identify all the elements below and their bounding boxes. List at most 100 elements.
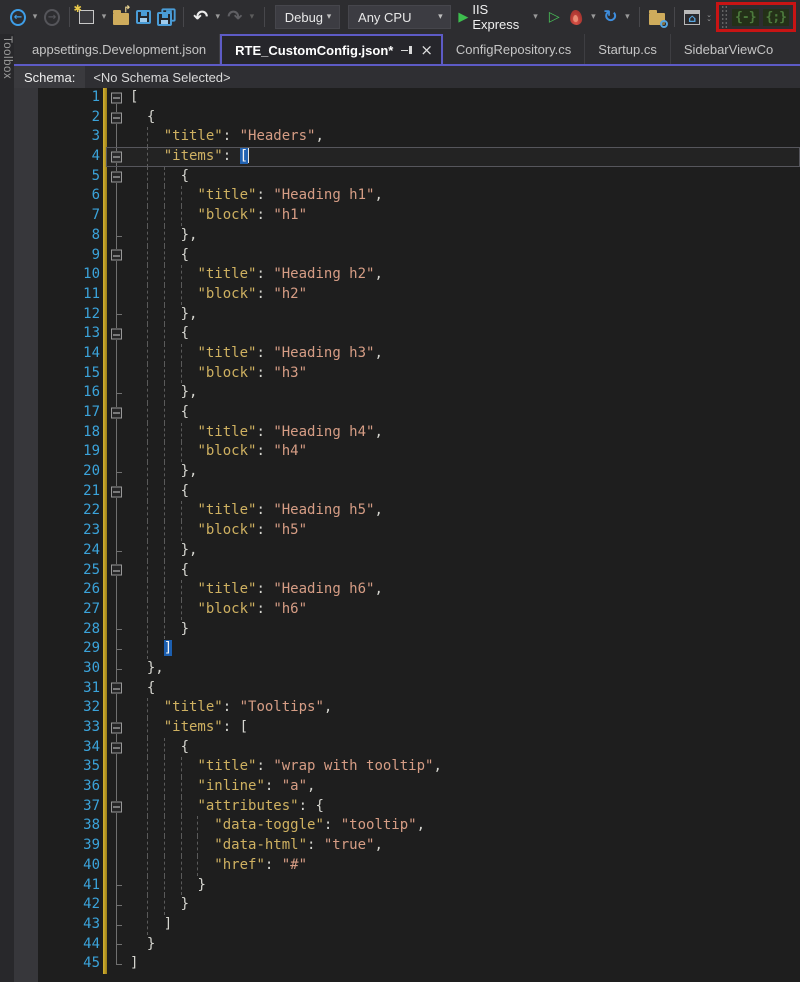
code-line[interactable]: 35 "title": "wrap with tooltip", xyxy=(38,757,800,777)
code-line[interactable]: 31 { xyxy=(38,679,800,699)
code-line[interactable]: 8 }, xyxy=(38,226,800,246)
json-braces-button-2[interactable]: {;} xyxy=(763,9,789,26)
code-line[interactable]: 26 "title": "Heading h6", xyxy=(38,580,800,600)
code-line[interactable]: 45] xyxy=(38,954,800,974)
code-line[interactable]: 17 { xyxy=(38,403,800,423)
collapse-box-icon[interactable] xyxy=(111,407,122,418)
code-line[interactable]: 21 { xyxy=(38,482,800,502)
navigate-forward-button[interactable]: → xyxy=(42,4,62,30)
code-line[interactable]: 29 ] xyxy=(38,639,800,659)
collapse-box-icon[interactable] xyxy=(111,92,122,103)
code-line[interactable]: 13 { xyxy=(38,324,800,344)
code-line[interactable]: 28 } xyxy=(38,620,800,640)
code-line[interactable]: 11 "block": "h2" xyxy=(38,285,800,305)
new-item-dropdown[interactable]: ▾ xyxy=(99,12,109,22)
code-line[interactable]: 1[ xyxy=(38,88,800,108)
start-debugging-button[interactable]: ▶ IIS Express ▾ xyxy=(456,4,542,30)
toolbar-grip-icon[interactable] xyxy=(721,5,728,29)
fold-line xyxy=(116,206,117,226)
undo-dropdown[interactable]: ▾ xyxy=(213,12,223,22)
code-line[interactable]: 3 "title": "Headers", xyxy=(38,127,800,147)
collapse-box-icon[interactable] xyxy=(111,171,122,182)
code-line[interactable]: 7 "block": "h1" xyxy=(38,206,800,226)
hot-reload-dropdown[interactable]: ▾ xyxy=(588,12,598,22)
code-line[interactable]: 32 "title": "Tooltips", xyxy=(38,698,800,718)
code-line[interactable]: 37 "attributes": { xyxy=(38,797,800,817)
code-line[interactable]: 43 ] xyxy=(38,915,800,935)
fold-guide xyxy=(107,639,127,659)
code-line[interactable]: 33 "items": [ xyxy=(38,718,800,738)
code-line[interactable]: 34 { xyxy=(38,738,800,758)
pin-icon[interactable] xyxy=(401,45,412,55)
code-line[interactable]: 6 "title": "Heading h1", xyxy=(38,186,800,206)
navigate-back-dropdown[interactable]: ▾ xyxy=(30,12,40,22)
folder-search-icon xyxy=(649,13,665,25)
code-line[interactable]: 15 "block": "h3" xyxy=(38,364,800,384)
tab-configrepository-cs[interactable]: ConfigRepository.cs xyxy=(443,34,585,64)
code-line[interactable]: 25 { xyxy=(38,561,800,581)
code-line[interactable]: 19 "block": "h4" xyxy=(38,442,800,462)
code-line[interactable]: 36 "inline": "a", xyxy=(38,777,800,797)
collapse-box-icon[interactable] xyxy=(111,742,122,753)
line-number: 36 xyxy=(38,777,100,797)
redo-button[interactable]: ↷ xyxy=(225,4,245,30)
restart-dropdown[interactable]: ▾ xyxy=(622,12,632,22)
collapse-box-icon[interactable] xyxy=(111,486,122,497)
code-line[interactable]: 24 }, xyxy=(38,541,800,561)
code-line[interactable]: 5 { xyxy=(38,167,800,187)
solution-platform-combo[interactable]: Any CPU ▾ xyxy=(348,5,451,29)
code-line[interactable]: 12 }, xyxy=(38,305,800,325)
code-line[interactable]: 9 { xyxy=(38,246,800,266)
code-line[interactable]: 27 "block": "h6" xyxy=(38,600,800,620)
collapse-box-icon[interactable] xyxy=(111,250,122,261)
tab-sidebarviewcomponent[interactable]: SidebarViewCo xyxy=(671,34,786,64)
collapse-box-icon[interactable] xyxy=(111,112,122,123)
collapse-box-icon[interactable] xyxy=(111,329,122,340)
code-line[interactable]: 42 } xyxy=(38,895,800,915)
open-file-button[interactable] xyxy=(111,4,131,30)
code-line[interactable]: 40 "href": "#" xyxy=(38,856,800,876)
line-number: 14 xyxy=(38,344,100,364)
solution-configuration-combo[interactable]: Debug ▾ xyxy=(275,5,340,29)
code-editor[interactable]: 1[2 {3 "title": "Headers",4 "items": [5 … xyxy=(38,88,800,982)
code-line[interactable]: 2 { xyxy=(38,108,800,128)
save-all-button[interactable] xyxy=(155,4,176,30)
collapse-box-icon[interactable] xyxy=(111,683,122,694)
start-without-debugging-button[interactable]: ▷ xyxy=(544,4,564,30)
json-braces-button-1[interactable]: {-} xyxy=(732,9,758,26)
code-line[interactable]: 20 }, xyxy=(38,462,800,482)
collapse-box-icon[interactable] xyxy=(111,801,122,812)
hot-reload-button[interactable] xyxy=(566,4,586,30)
close-icon[interactable]: × xyxy=(420,43,433,58)
code-line[interactable]: 4 "items": [ xyxy=(38,147,800,167)
code-line[interactable]: 30 }, xyxy=(38,659,800,679)
schema-selector-combo[interactable]: <No Schema Selected> xyxy=(85,66,800,88)
tab-startup-cs[interactable]: Startup.cs xyxy=(585,34,671,64)
undo-button[interactable]: ↶ xyxy=(191,4,211,30)
toolbox-autohide-tab[interactable]: Toolbox xyxy=(1,36,13,982)
collapse-box-icon[interactable] xyxy=(111,565,122,576)
code-line[interactable]: 10 "title": "Heading h2", xyxy=(38,265,800,285)
code-line[interactable]: 23 "block": "h5" xyxy=(38,521,800,541)
code-line[interactable]: 41 } xyxy=(38,876,800,896)
code-line[interactable]: 14 "title": "Heading h3", xyxy=(38,344,800,364)
navigate-back-button[interactable]: ← xyxy=(8,4,28,30)
line-number: 6 xyxy=(38,186,100,206)
browser-home-button[interactable]: ⌂ xyxy=(682,4,702,30)
code-line[interactable]: 18 "title": "Heading h4", xyxy=(38,423,800,443)
collapse-box-icon[interactable] xyxy=(111,151,122,162)
code-line[interactable]: 38 "data-toggle": "tooltip", xyxy=(38,816,800,836)
code-line[interactable]: 22 "title": "Heading h5", xyxy=(38,501,800,521)
code-line[interactable]: 44 } xyxy=(38,935,800,955)
tab-rte-customconfig-json[interactable]: RTE_CustomConfig.json* × xyxy=(220,34,443,64)
save-button[interactable] xyxy=(133,4,153,30)
restart-button[interactable]: ↻ xyxy=(600,4,620,30)
code-line[interactable]: 16 }, xyxy=(38,383,800,403)
code-line[interactable]: 39 "data-html": "true", xyxy=(38,836,800,856)
find-in-files-button[interactable] xyxy=(647,4,667,30)
new-item-button[interactable]: ✱ xyxy=(77,4,97,30)
tab-appsettings-development-json[interactable]: appsettings.Development.json xyxy=(19,34,220,64)
toolbar-overflow-button[interactable]: ⌄⌄ xyxy=(706,13,712,21)
collapse-box-icon[interactable] xyxy=(111,722,122,733)
breakpoint-margin[interactable] xyxy=(14,88,38,982)
